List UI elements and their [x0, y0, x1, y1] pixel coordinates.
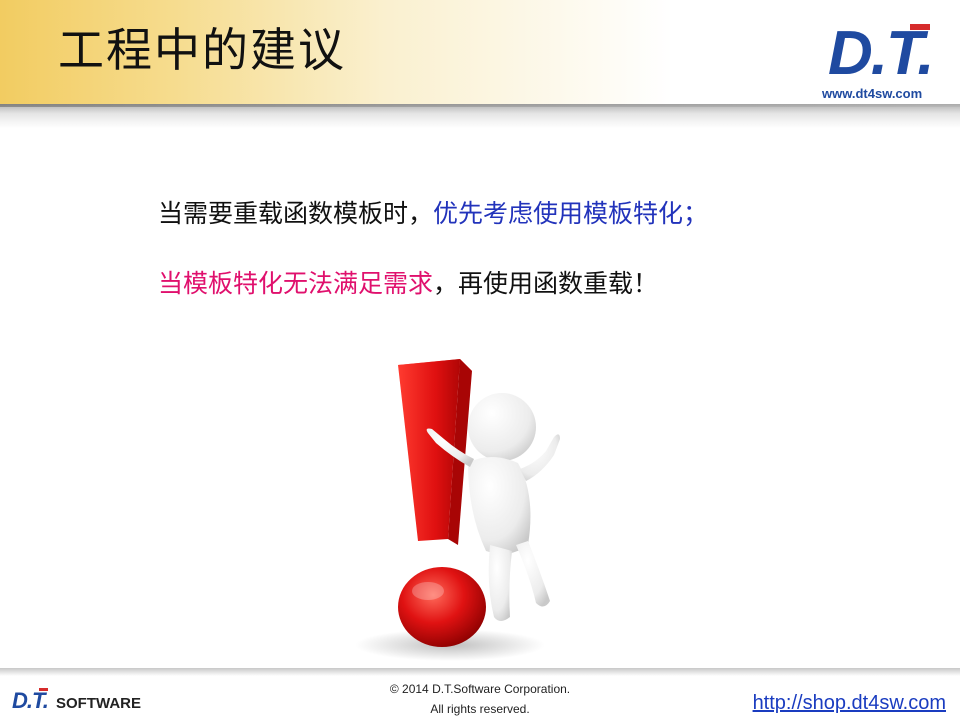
line1-text-a: 当需要重载函数模板时，: [158, 199, 434, 228]
shop-link[interactable]: http://shop.dt4sw.com: [753, 692, 946, 715]
footer-divider: [0, 668, 960, 676]
slide-title: 工程中的建议: [58, 23, 346, 77]
logo-url: www.dt4sw.com: [822, 86, 923, 101]
line1-highlight: 优先考虑使用模板特化: [433, 199, 684, 228]
suggestion-line-2: 当模板特化无法满足需求，再使用函数重载！: [158, 264, 658, 300]
suggestion-line-1: 当需要重载函数模板时，优先考虑使用模板特化；: [158, 194, 708, 230]
line1-text-end: ；: [683, 199, 709, 228]
line2-highlight: 当模板特化无法满足需求: [158, 269, 434, 298]
dt-logo: D.T.: [828, 19, 935, 82]
header-shadow: [0, 104, 960, 128]
line2-text-b: ，再使用函数重载！: [433, 269, 659, 298]
exclamation-figure-icon: [355, 359, 560, 661]
